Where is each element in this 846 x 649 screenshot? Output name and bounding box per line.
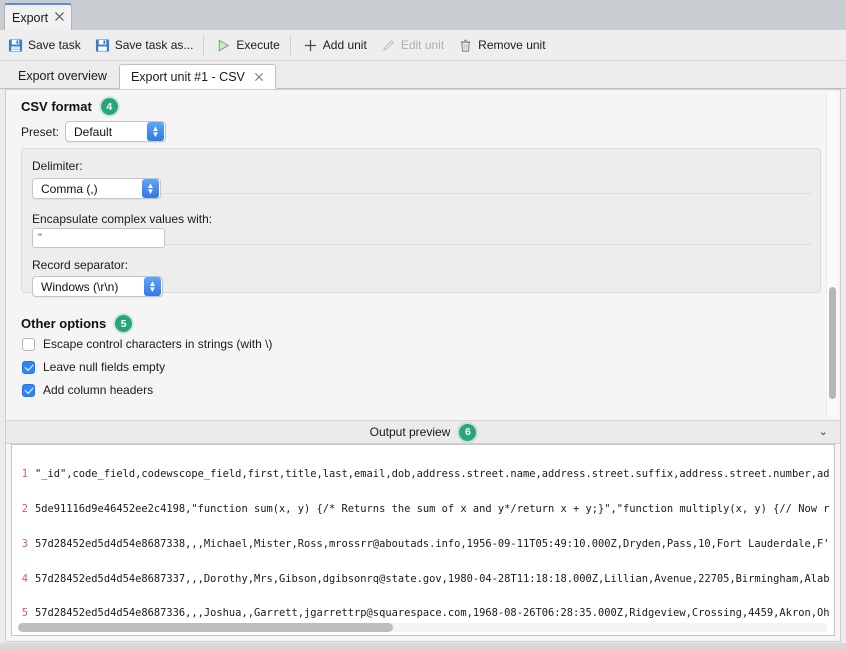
output-preview-title: Output preview (369, 425, 451, 439)
preset-value: Default (74, 124, 113, 139)
close-icon[interactable] (254, 72, 264, 82)
checkbox-checked-icon (22, 383, 35, 397)
export-inner-tabs: Export overview Export unit #1 - CSV (0, 61, 846, 89)
toolbar-separator (289, 35, 291, 55)
step-badge-5: 5 (115, 315, 133, 332)
line-text: 57d28452ed5d4d54e8687338,,,Michael,Miste… (35, 537, 830, 550)
delimiter-label: Delimiter: (32, 159, 83, 173)
execute-label: Execute (236, 38, 280, 52)
delimiter-dropdown[interactable]: Comma (,) ▲ ▼ (32, 178, 161, 199)
export-window: Export Save task .. Save task as... Exec… (0, 0, 846, 649)
line-number: 3 (21, 537, 28, 550)
code-line: 4 57d28452ed5d4d54e8687337,,,Dorothy,Mrs,… (12, 572, 834, 586)
window-tab-export[interactable]: Export (4, 3, 72, 30)
delimiter-value: Comma (,) (41, 181, 98, 196)
line-text: "_id",code_field,codewscope_field,first,… (35, 468, 830, 481)
window-bottom-strip (0, 643, 846, 649)
execute-button[interactable]: Execute (210, 33, 285, 57)
encapsulate-label: Encapsulate complex values with: (32, 212, 213, 226)
tab-export-overview-label: Export overview (18, 68, 107, 83)
line-number: 5 (21, 607, 28, 620)
scrollbar-thumb[interactable] (18, 623, 393, 632)
play-icon (216, 38, 231, 53)
remove-unit-label: Remove unit (478, 38, 546, 52)
code-line: 2 5de91116d9e46452ee2c4198,"function sum(… (12, 502, 834, 516)
csv-settings-pane: CSV format 4 Preset: Default ▲ ▼ Delimite… (6, 90, 840, 419)
add-unit-label: Add unit (322, 38, 367, 52)
code-line: 3 57d28452ed5d4d54e8687338,,,Michael,Mist… (12, 537, 834, 551)
other-options-heading-label: Other options (21, 316, 107, 331)
edit-unit-button: Edit unit (375, 33, 450, 57)
svg-text:..: .. (100, 46, 104, 52)
scrollbar-thumb[interactable] (829, 287, 836, 399)
trash-icon (458, 38, 473, 53)
chevron-updown-icon: ▲ ▼ (144, 277, 161, 296)
checkbox-leave-null-fields-empty-label: Leave null fields empty (43, 360, 166, 374)
line-text: 5de91116d9e46452ee2c4198,"function sum(x… (35, 502, 830, 515)
encapsulate-value: " (38, 232, 42, 244)
toolbar-separator (203, 35, 205, 55)
csv-format-heading: CSV format 4 (21, 98, 118, 115)
main-toolbar: Save task .. Save task as... Execute Add… (0, 30, 846, 61)
chevron-down-icon[interactable]: ⌄ (819, 425, 828, 438)
output-preview-header[interactable]: Output preview 6 ⌄ (6, 420, 840, 444)
chevron-updown-icon: ▲ ▼ (147, 122, 164, 141)
tab-export-unit-1-csv[interactable]: Export unit #1 - CSV (118, 64, 276, 89)
remove-unit-button[interactable]: Remove unit (452, 33, 551, 57)
line-text: 57d28452ed5d4d54e8687336,,,Joshua,,Garre… (35, 607, 830, 620)
encapsulate-input[interactable]: " (32, 228, 165, 248)
save-task-as-button[interactable]: .. Save task as... (89, 33, 200, 57)
preview-horizontal-scrollbar[interactable] (18, 623, 828, 632)
tab-export-unit-1-csv-label: Export unit #1 - CSV (130, 69, 245, 84)
save-icon (8, 38, 23, 53)
save-task-button[interactable]: Save task (2, 33, 87, 57)
record-separator-label: Record separator: (32, 258, 129, 272)
tabstrip-background (0, 0, 846, 30)
code-line: 1 "_id",code_field,codewscope_field,first… (12, 468, 834, 481)
window-tabstrip: Export (0, 0, 846, 30)
line-number: 2 (21, 502, 28, 515)
csv-format-heading-label: CSV format (21, 99, 92, 114)
plus-icon (303, 38, 318, 53)
preset-label: Preset: (21, 125, 60, 139)
save-as-icon: .. (95, 38, 110, 53)
output-preview-code: 1 "_id",code_field,codewscope_field,first… (12, 446, 834, 635)
checkbox-icon (22, 337, 35, 351)
pencil-icon (381, 38, 396, 53)
window-tab-label: Export (12, 10, 49, 25)
save-task-as-label: Save task as... (114, 38, 194, 52)
checkbox-escape-control-characters[interactable]: Escape control characters in strings (wi… (22, 337, 272, 351)
edit-unit-label: Edit unit (400, 38, 445, 52)
save-task-label: Save task (28, 38, 81, 52)
settings-vertical-scrollbar[interactable] (826, 92, 838, 417)
line-number: 1 (21, 468, 28, 481)
code-line: 5 57d28452ed5d4d54e8687336,,,Joshua,,Garr… (12, 608, 834, 620)
record-separator-dropdown[interactable]: Windows (\r\n) ▲ ▼ (32, 276, 163, 297)
output-preview-body[interactable]: 1 "_id",code_field,codewscope_field,first… (11, 444, 835, 636)
preset-dropdown[interactable]: Default ▲ ▼ (65, 121, 166, 142)
other-options-heading: Other options 5 (21, 315, 133, 332)
export-unit-panel: CSV format 4 Preset: Default ▲ ▼ Delimite… (5, 89, 841, 642)
checkbox-checked-icon (22, 360, 35, 374)
chevron-updown-icon: ▲ ▼ (142, 179, 159, 198)
record-separator-value: Windows (\r\n) (41, 279, 119, 294)
checkbox-add-column-headers-label: Add column headers (43, 383, 154, 397)
step-badge-6: 6 (459, 423, 477, 441)
checkbox-escape-control-characters-label: Escape control characters in strings (wi… (43, 337, 273, 351)
line-text: 57d28452ed5d4d54e8687337,,,Dorothy,Mrs,G… (35, 572, 830, 585)
checkbox-add-column-headers[interactable]: Add column headers (22, 383, 153, 397)
close-icon[interactable] (54, 11, 65, 22)
line-number: 4 (21, 572, 28, 585)
add-unit-button[interactable]: Add unit (297, 33, 373, 57)
checkbox-leave-null-fields-empty[interactable]: Leave null fields empty (22, 360, 165, 374)
step-badge-4: 4 (100, 98, 118, 115)
tab-export-overview[interactable]: Export overview (6, 63, 119, 88)
